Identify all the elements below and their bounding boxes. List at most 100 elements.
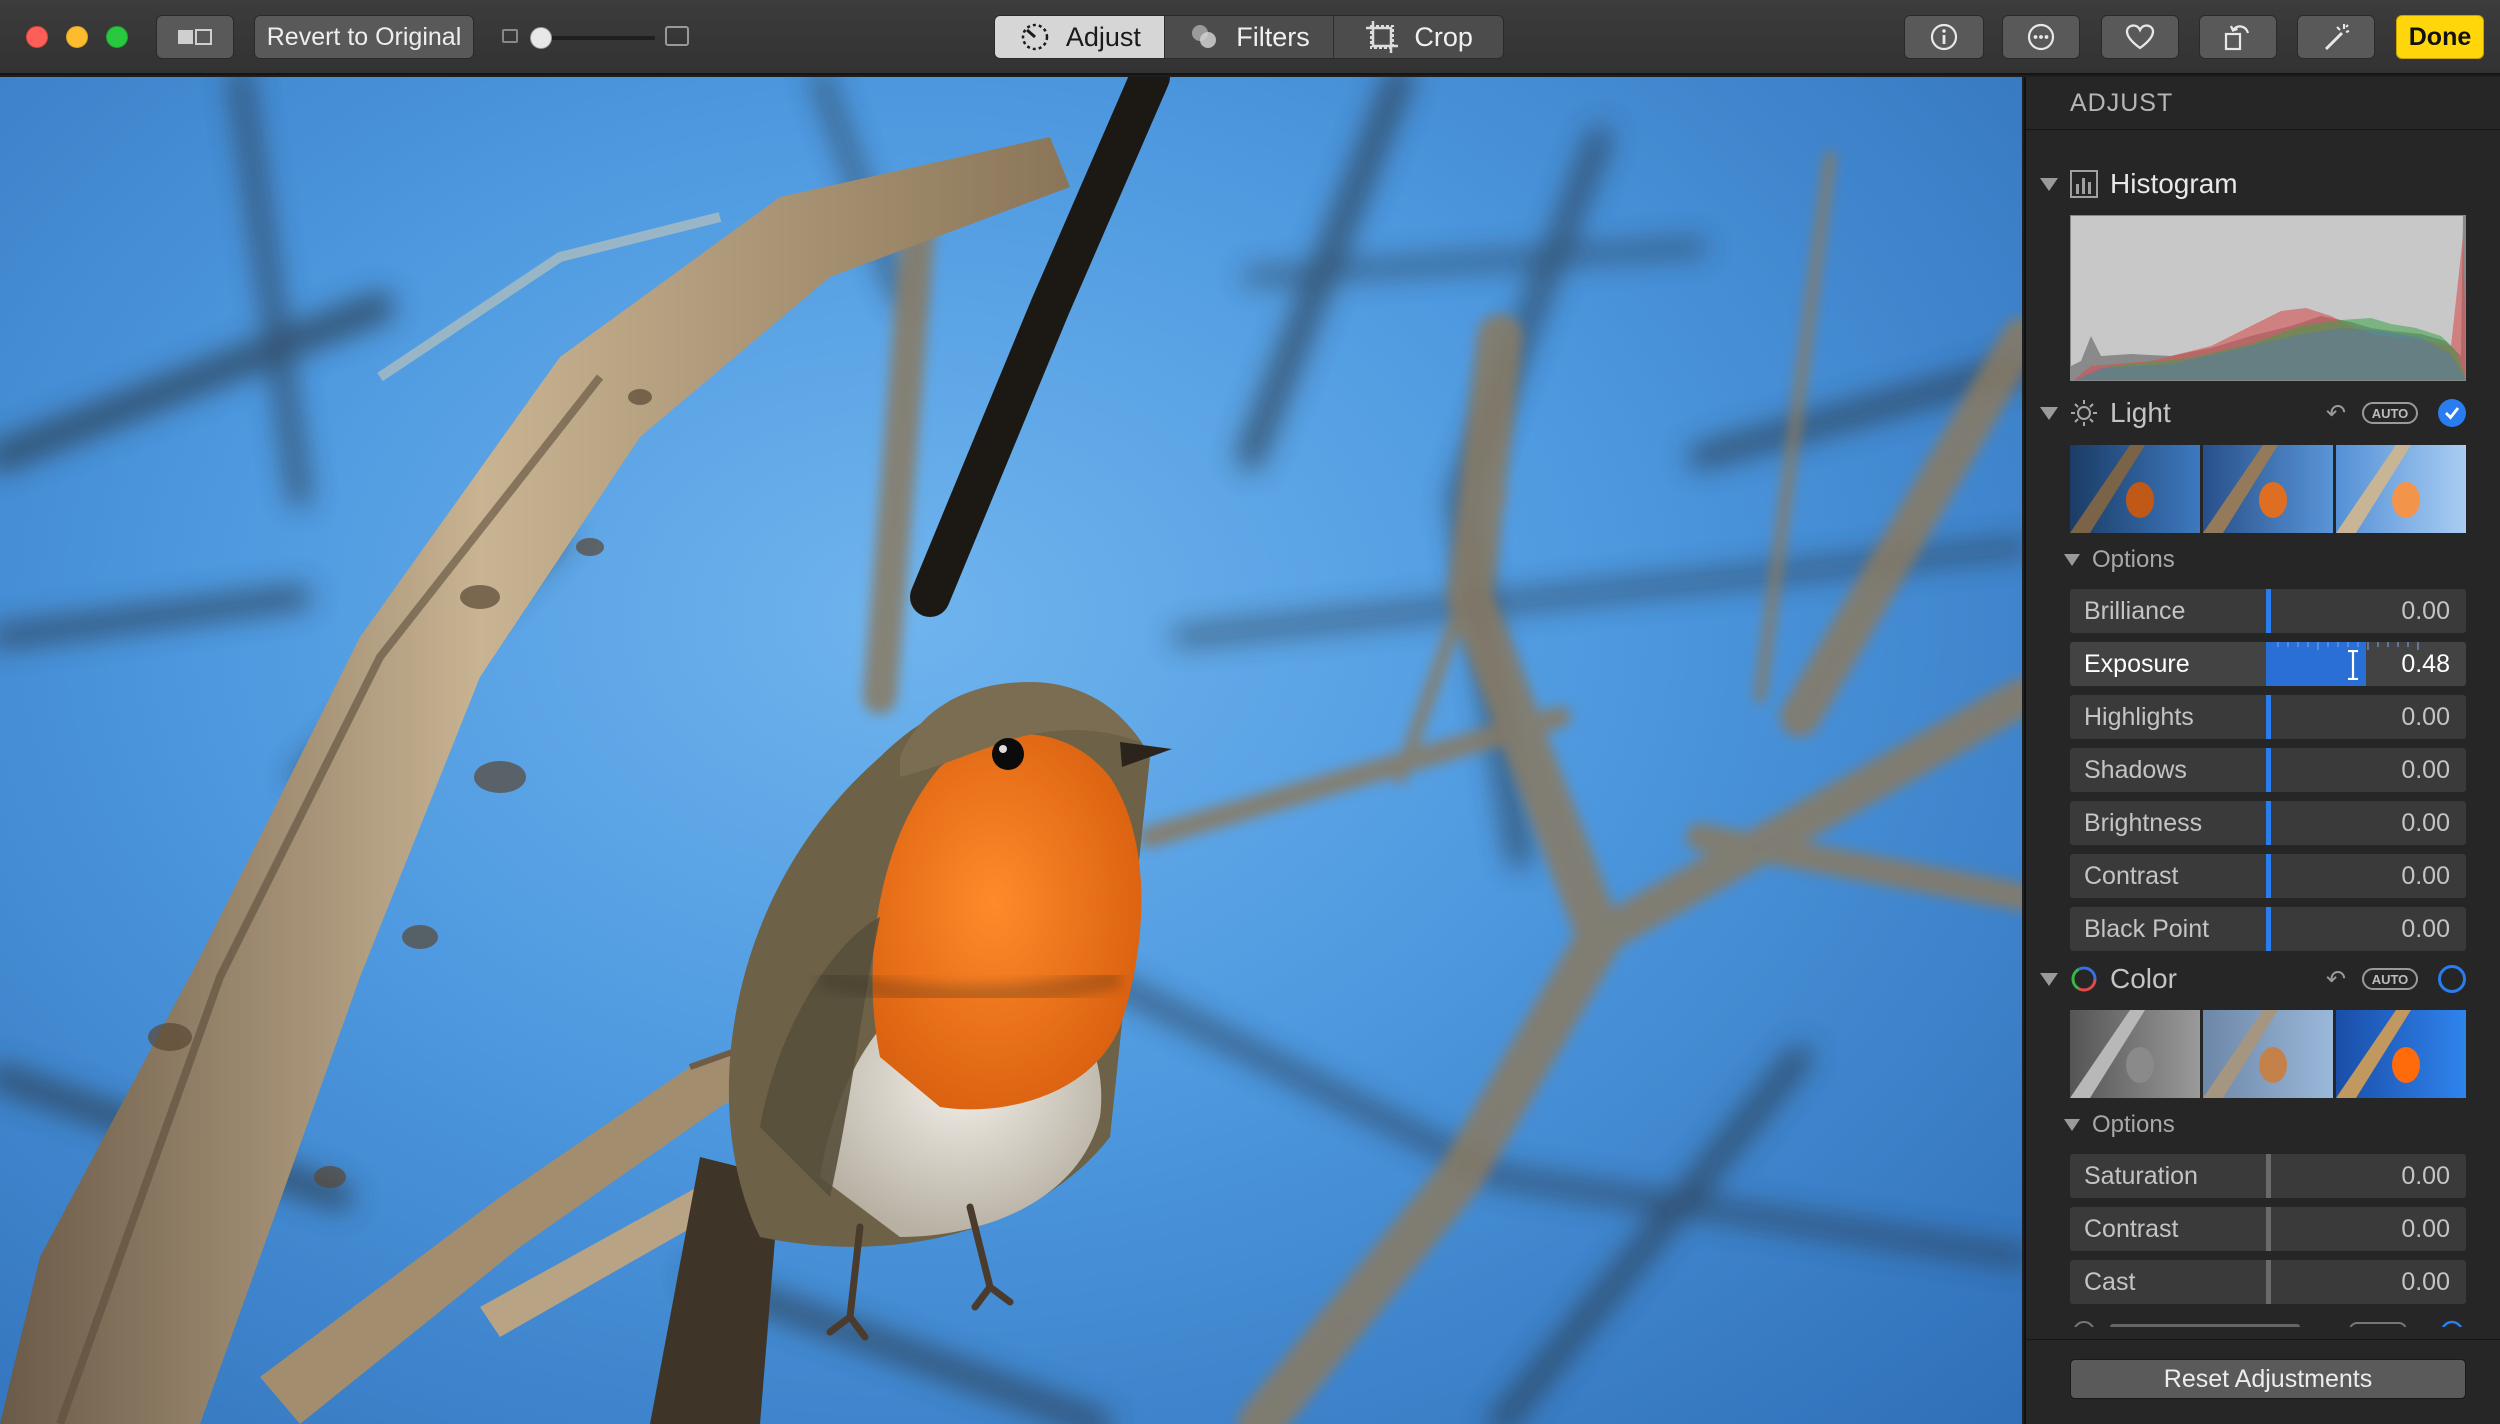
slider-label: Shadows (2084, 756, 2187, 784)
tab-crop-label: Crop (1414, 21, 1473, 52)
slider-label: Exposure (2084, 650, 2190, 678)
color-enabled-checkbox[interactable] (2438, 965, 2466, 993)
slider-value: 0.00 (2401, 915, 2450, 943)
done-button[interactable]: Done (2396, 15, 2484, 59)
slider-value: 0.00 (2401, 1162, 2450, 1190)
sun-icon (2071, 400, 2097, 426)
slider-value: 0.00 (2401, 862, 2450, 890)
contrast-slider[interactable]: Contrast 0.00 (2070, 854, 2466, 898)
rotate-button[interactable] (2199, 15, 2277, 59)
light-auto-button[interactable]: AUTO (2362, 402, 2418, 424)
zoom-knob[interactable] (530, 27, 552, 49)
light-options-toggle[interactable]: Options (2064, 545, 2175, 575)
light-options-label: Options (2092, 546, 2175, 573)
disclosure-triangle-icon[interactable] (2064, 1119, 2080, 1131)
adjust-sidebar: ADJUST Histogram Light ↶ AUTO Options Br… (2024, 77, 2500, 1424)
adjust-icon (1021, 23, 1049, 51)
slider-center-marker (2266, 801, 2271, 845)
slider-label: Highlights (2084, 703, 2194, 731)
zoom-track[interactable] (540, 36, 655, 40)
black-point-slider[interactable]: Black Point 0.00 (2070, 907, 2466, 951)
light-thumbnail (2070, 445, 2200, 533)
color-section-header[interactable]: Color ↶ AUTO (2026, 957, 2500, 1001)
tab-filters[interactable]: Filters (1165, 16, 1335, 58)
slider-value: 0.00 (2401, 1268, 2450, 1296)
checkmark-icon (2445, 407, 2460, 420)
histogram-graph (2070, 215, 2466, 381)
zoom-slider[interactable] (500, 22, 695, 52)
slider-label: Brilliance (2084, 597, 2186, 625)
slider-value: 0.00 (2401, 809, 2450, 837)
color-thumbnail (2336, 1010, 2466, 1098)
reset-adjustments-button[interactable]: Reset Adjustments (2070, 1359, 2466, 1399)
slider-center-marker (2266, 748, 2271, 792)
brightness-slider[interactable]: Brightness 0.00 (2070, 801, 2466, 845)
sidebar-header: ADJUST (2070, 89, 2174, 117)
color-thumbnail (2070, 1010, 2200, 1098)
slider-label: Black Point (2084, 915, 2210, 943)
window-close-button[interactable] (26, 26, 48, 48)
cast-slider[interactable]: Cast 0.00 (2070, 1260, 2466, 1304)
undo-icon[interactable]: ↶ (2326, 965, 2346, 994)
compare-button[interactable] (156, 15, 234, 59)
color-wheel-icon (2071, 966, 2097, 992)
light-title: Light (2110, 397, 2171, 428)
slider-value: 0.00 (2401, 756, 2450, 784)
more-button[interactable] (2002, 15, 2080, 59)
light-thumbnail-strip[interactable] (2070, 445, 2466, 533)
slider-value: 0.48 (2401, 650, 2450, 678)
auto-enhance-button[interactable] (2297, 15, 2375, 59)
window-minimize-button[interactable] (66, 26, 88, 48)
color-options-label: Options (2092, 1111, 2175, 1138)
histogram-section-header[interactable]: Histogram (2026, 162, 2500, 206)
info-icon (1930, 23, 1958, 51)
brilliance-slider[interactable]: Brilliance 0.00 (2070, 589, 2466, 633)
tab-adjust[interactable]: Adjust (995, 16, 1165, 58)
exposure-slider[interactable]: Exposure 0.48 (2070, 642, 2466, 686)
histogram-icon (2070, 170, 2098, 198)
light-enabled-checkbox[interactable] (2438, 399, 2466, 427)
toolbar: Revert to Original Adjust Filters Crop D… (0, 0, 2500, 75)
window-maximize-button[interactable] (106, 26, 128, 48)
color-title: Color (2110, 963, 2177, 994)
rotate-icon (2224, 25, 2250, 51)
slider-value: 0.00 (2401, 597, 2450, 625)
disclosure-triangle-icon[interactable] (2040, 406, 2058, 420)
slider-center-marker (2266, 695, 2271, 739)
slider-center-marker (2266, 854, 2271, 898)
slider-label: Cast (2084, 1268, 2136, 1296)
color-thumbnail (2203, 1010, 2333, 1098)
disclosure-triangle-icon[interactable] (2064, 554, 2080, 566)
color-contrast-slider[interactable]: Contrast 0.00 (2070, 1207, 2466, 1251)
tab-filters-label: Filters (1236, 21, 1310, 52)
color-thumbnail-strip[interactable] (2070, 1010, 2466, 1098)
light-thumbnail (2203, 445, 2333, 533)
favorite-button[interactable] (2101, 15, 2179, 59)
color-auto-button[interactable]: AUTO (2362, 968, 2418, 990)
disclosure-triangle-icon[interactable] (2040, 972, 2058, 986)
undo-icon[interactable]: ↶ (2326, 399, 2346, 428)
magic-wand-icon (2324, 24, 2350, 51)
slider-label: Brightness (2084, 809, 2203, 837)
photo-canvas[interactable] (0, 77, 2022, 1424)
light-thumbnail (2336, 445, 2466, 533)
revert-to-original-button[interactable]: Revert to Original (254, 15, 474, 59)
slider-label: Saturation (2084, 1162, 2198, 1190)
info-button[interactable] (1904, 15, 1984, 59)
divider (2026, 1339, 2500, 1340)
edit-mode-tabs: Adjust Filters Crop (994, 15, 1504, 59)
saturation-slider[interactable]: Saturation 0.00 (2070, 1154, 2466, 1198)
slider-value: 0.00 (2401, 703, 2450, 731)
tab-crop[interactable]: Crop (1334, 16, 1503, 58)
small-image-icon (502, 29, 518, 43)
shadows-slider[interactable]: Shadows 0.00 (2070, 748, 2466, 792)
crop-icon (1366, 21, 1399, 53)
slider-center-marker (2266, 1154, 2271, 1198)
disclosure-triangle-icon[interactable] (2040, 177, 2058, 191)
highlights-slider[interactable]: Highlights 0.00 (2070, 695, 2466, 739)
light-section-header[interactable]: Light ↶ AUTO (2026, 391, 2500, 435)
slider-value: 0.00 (2401, 1215, 2450, 1243)
large-image-icon (665, 26, 689, 46)
next-section-clipped (2070, 1317, 2500, 1327)
color-options-toggle[interactable]: Options (2064, 1110, 2175, 1140)
